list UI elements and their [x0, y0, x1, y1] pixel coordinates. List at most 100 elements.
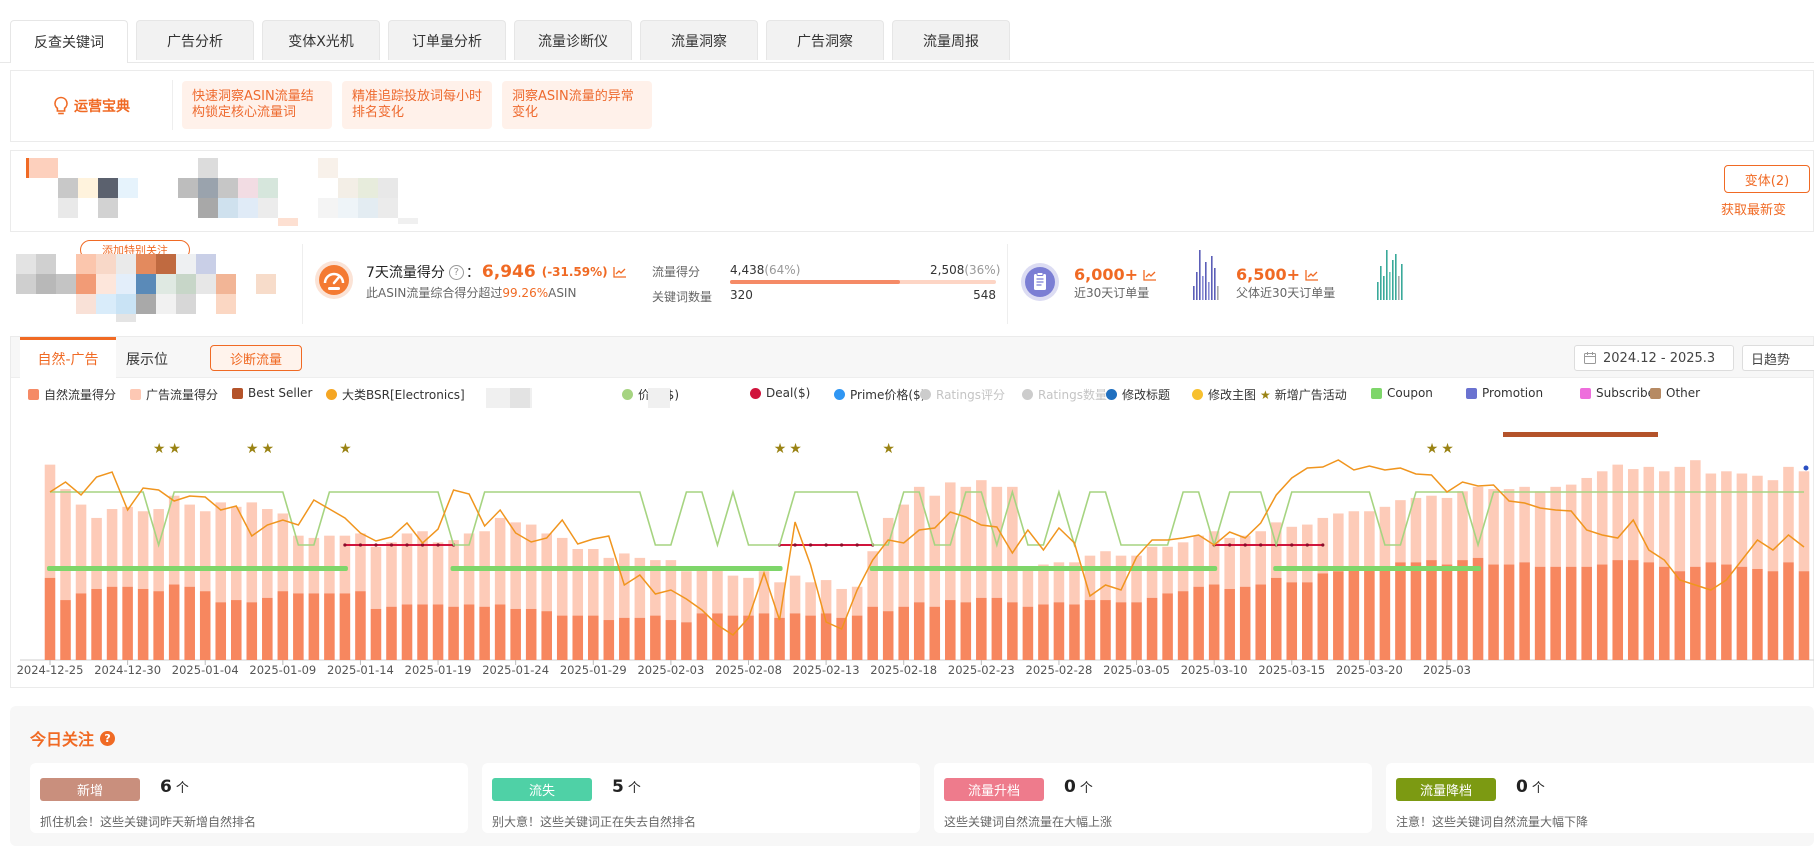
- trend-chart-icon[interactable]: [1143, 269, 1157, 281]
- ad-keyword-count: 548: [973, 288, 996, 302]
- trend-chart-icon[interactable]: [1305, 269, 1319, 281]
- ad-traffic-bar: [355, 533, 366, 592]
- fetch-latest-link[interactable]: 获取最新变: [1721, 199, 1786, 218]
- speedometer-icon: [314, 260, 354, 300]
- legend-item[interactable]: 修改主图: [1192, 386, 1256, 403]
- variant-button[interactable]: 变体(2): [1724, 165, 1810, 193]
- ad-traffic-bar: [945, 482, 956, 601]
- today-card-new[interactable]: 新增 6个 抓住机会！这些关键词昨天新增自然排名: [30, 763, 468, 833]
- today-card-lost[interactable]: 流失 5个 别大意！这些关键词正在失去自然排名: [482, 763, 920, 833]
- ad-traffic-bar: [541, 533, 552, 612]
- tip-chip-hourly-rank[interactable]: 精准追踪投放词每小时排名变化: [342, 81, 492, 129]
- tab-ad-analysis[interactable]: 广告分析: [136, 20, 254, 60]
- legend-item[interactable]: Promotion: [1466, 386, 1543, 400]
- help-icon[interactable]: ?: [100, 730, 116, 746]
- ad-traffic-bar: [1131, 555, 1142, 603]
- today-card-badge: 流失: [492, 778, 592, 801]
- ad-traffic-bar: [168, 495, 180, 585]
- legend-item[interactable]: Ratings评分: [920, 386, 1005, 403]
- natural-traffic-bar: [153, 591, 164, 660]
- tab-traffic-weekly[interactable]: 流量周报: [892, 20, 1010, 60]
- best-seller-band-rect: [1503, 432, 1658, 437]
- today-card-desc: 抓住机会！这些关键词昨天新增自然排名: [40, 815, 257, 829]
- trend-chart-icon[interactable]: [612, 266, 627, 278]
- bar-series: [44, 460, 1810, 660]
- deal-point: [1321, 543, 1325, 547]
- today-card-badge: 流量升档: [944, 778, 1044, 801]
- natural-traffic-bar: [1457, 560, 1468, 660]
- natural-traffic-bar: [1643, 562, 1655, 660]
- natural-traffic-bar: [1022, 606, 1034, 660]
- legend-swatch: [1192, 389, 1203, 400]
- tab-order-analysis[interactable]: 订单量分析: [388, 20, 506, 60]
- deal-point: [389, 543, 394, 547]
- divider: [1007, 244, 1008, 324]
- natural-traffic-bar: [1798, 571, 1810, 660]
- natural-traffic-bar: [1736, 566, 1748, 660]
- traffic-chart: ★ ★ ★ ★ ★ ★ ★ ★ ★ ★: [20, 432, 1814, 665]
- legend-swatch: [1106, 389, 1117, 400]
- natural-traffic-bar: [1690, 566, 1701, 660]
- ad-traffic-bar: [556, 537, 568, 616]
- ad-traffic-bar: [1783, 466, 1794, 563]
- x-tick-label: 2025-02-23: [947, 663, 1015, 677]
- ad-traffic-bar: [572, 549, 584, 616]
- tab-variant-xray[interactable]: 变体X光机: [262, 20, 380, 60]
- legend-item[interactable]: Subscribe: [1580, 386, 1655, 400]
- tab-traffic-diagnosis[interactable]: 流量诊断仪: [514, 20, 632, 60]
- ad-traffic-bar: [324, 535, 335, 594]
- natural-traffic-bar: [1177, 591, 1189, 660]
- tip-chip-anomaly[interactable]: 洞察ASIN流量的异常变化: [502, 81, 652, 129]
- legend-item[interactable]: Deal($): [750, 386, 810, 400]
- x-tick-label: 2024-12-30: [94, 663, 162, 677]
- natural-traffic-bar: [758, 613, 770, 660]
- legend-item[interactable]: Other: [1650, 386, 1700, 400]
- natural-traffic-bar: [1317, 573, 1329, 660]
- natural-traffic-bar: [525, 608, 537, 660]
- ad-traffic-bar: [1798, 471, 1810, 572]
- parent-orders-sparkline: [1377, 250, 1403, 300]
- diagnose-traffic-button[interactable]: 诊断流量: [210, 345, 302, 371]
- natural-traffic-bar: [1488, 564, 1499, 660]
- natural-traffic-bar: [1426, 560, 1437, 660]
- legend-swatch: [232, 387, 243, 399]
- today-card-desc: 别大意！这些关键词正在失去自然排名: [492, 815, 697, 829]
- legend-item[interactable]: 修改标题: [1106, 386, 1170, 403]
- ad-traffic-bar: [758, 571, 770, 614]
- deal-point: [1243, 543, 1247, 547]
- legend-item[interactable]: 自然流量得分: [28, 386, 116, 403]
- legend-swatch: [834, 389, 845, 400]
- legend-item[interactable]: ★ 新增广告活动: [1260, 386, 1347, 403]
- ad-traffic-bar: [75, 504, 87, 594]
- legend-item[interactable]: Best Seller: [232, 386, 312, 400]
- ad-traffic-bar: [122, 506, 133, 587]
- ad-traffic-bar: [1705, 473, 1717, 563]
- legend-item[interactable]: 大类BSR[Electronics]: [326, 386, 465, 403]
- help-icon[interactable]: ?: [448, 264, 464, 280]
- natural-traffic-bar: [1581, 566, 1592, 660]
- tab-ad-insight[interactable]: 广告洞察: [766, 20, 884, 60]
- date-range-picker[interactable]: 2024.12 - 2025.3: [1574, 345, 1734, 371]
- legend-item[interactable]: Prime价格($): [834, 386, 925, 403]
- today-card-up[interactable]: 流量升档 0个 这些关键词自然流量在大幅上涨: [934, 763, 1372, 833]
- natural-traffic-bar: [774, 617, 785, 660]
- chart-tab-placement[interactable]: 展示位: [126, 349, 168, 369]
- natural-traffic-bar: [650, 615, 661, 660]
- natural-traffic-bar: [836, 617, 847, 660]
- tab-traffic-insight[interactable]: 流量洞察: [640, 20, 758, 60]
- ad-traffic-bar: [1410, 497, 1422, 563]
- tip-chip-structure[interactable]: 快速洞察ASIN流量结构锁定核心流量词: [182, 81, 332, 129]
- tab-reverse-keywords[interactable]: 反查关键词: [10, 20, 128, 63]
- ad-traffic-bar: [44, 464, 56, 578]
- chart-tab-natural-ad[interactable]: 自然-广告: [20, 337, 116, 378]
- today-card-down[interactable]: 流量降档 0个 注意！这些关键词自然流量大幅下降: [1386, 763, 1814, 833]
- legend-item[interactable]: 广告流量得分: [130, 386, 218, 403]
- ad-traffic-bar: [587, 549, 599, 616]
- ad-traffic-bar: [1519, 486, 1530, 563]
- ad-traffic-bar: [1115, 555, 1127, 603]
- natural-traffic-bar: [1084, 600, 1096, 660]
- score-desc-prefix: 此ASIN流量综合得分超过: [366, 286, 503, 300]
- legend-item[interactable]: Ratings数量: [1022, 386, 1107, 403]
- granularity-select[interactable]: 日趋势: [1742, 345, 1814, 371]
- legend-item[interactable]: Coupon: [1371, 386, 1433, 400]
